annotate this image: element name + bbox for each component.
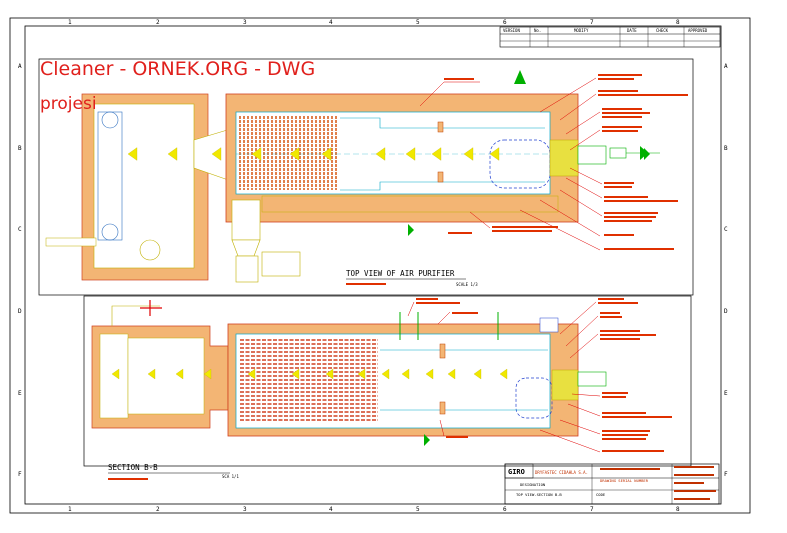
grid-row-e-right: E (724, 390, 728, 397)
code-label: CODE (596, 492, 606, 497)
grid-col-1-bottom: 1 (68, 506, 72, 513)
top-burner-assembly (549, 139, 660, 177)
rev-header-no: No. (534, 28, 541, 33)
grid-col-4-bottom: 4 (329, 506, 333, 513)
grid-row-b: B (18, 145, 22, 152)
grid-col-4: 4 (329, 19, 333, 26)
grid-col-5-bottom: 5 (416, 506, 420, 513)
grid-row-c: C (18, 226, 22, 233)
rev-header-date: DATE (627, 28, 637, 33)
drawing-serial-label: DRAWING SERIAL NUMBER (600, 478, 649, 483)
drawing-title: TOP VIEW-SECTION B-B (516, 492, 562, 497)
grid-row-d-right: D (724, 308, 728, 315)
section-main-duct (227, 312, 607, 437)
section-view-scale: SCA 1/1 (222, 474, 239, 479)
grid-col-7: 7 (590, 19, 594, 26)
rev-header-check: CHECK (656, 28, 669, 33)
company-logo: GIRO (508, 468, 525, 476)
grid-col-5: 5 (416, 19, 420, 26)
grid-row-b-right: B (724, 145, 728, 152)
rev-header-approved: APPROVED (688, 28, 708, 33)
watermark-title-line1: Cleaner - ORNEK.ORG - DWG (40, 58, 316, 80)
drawing-title-block: GIRO DRYFASTEC CIDAHLA S.A. DRAWING SERI… (504, 463, 720, 505)
section-view-title: SECTION B-B (108, 463, 158, 472)
designation-label: DESIGNATION (520, 482, 546, 487)
grid-col-2: 2 (156, 19, 160, 26)
grid-col-2-bottom: 2 (156, 506, 160, 513)
section-left-chamber (91, 300, 229, 429)
grid-col-3-bottom: 3 (243, 506, 247, 513)
rev-header-modify: MODIFY (574, 28, 589, 33)
grid-col-7-bottom: 7 (590, 506, 594, 513)
grid-col-6-bottom: 6 (503, 506, 507, 513)
grid-col-8-bottom: 8 (676, 506, 680, 513)
grid-row-a: A (18, 63, 22, 70)
company-name: DRYFASTEC CIDAHLA S.A. (535, 470, 588, 475)
grid-row-f-right: F (724, 471, 728, 478)
top-main-duct (225, 93, 579, 223)
top-view-scale: SCALE 1/3 (456, 282, 478, 287)
revision-table: VERSION No. MODIFY DATE CHECK APPROVED (499, 26, 721, 48)
rev-header-version: VERSION (503, 28, 520, 33)
section-view-title-block: SECTION B-B SCA 1/1 (108, 463, 239, 480)
top-view-title-block: TOP VIEW OF AIR PURIFIER SCALE 1/3 (346, 269, 478, 287)
grid-row-e: E (18, 390, 22, 397)
grid-row-f: F (18, 471, 22, 478)
top-left-chamber (45, 93, 235, 281)
grid-col-6: 6 (503, 19, 507, 26)
top-view-title: TOP VIEW OF AIR PURIFIER (346, 269, 455, 278)
grid-row-c-right: C (724, 226, 728, 233)
grid-row-a-right: A (724, 63, 728, 70)
grid-col-1: 1 (68, 19, 72, 26)
grid-col-3: 3 (243, 19, 247, 26)
grid-row-d: D (18, 308, 22, 315)
grid-col-8: 8 (676, 19, 680, 26)
watermark-title-line2: projesi (40, 94, 97, 114)
